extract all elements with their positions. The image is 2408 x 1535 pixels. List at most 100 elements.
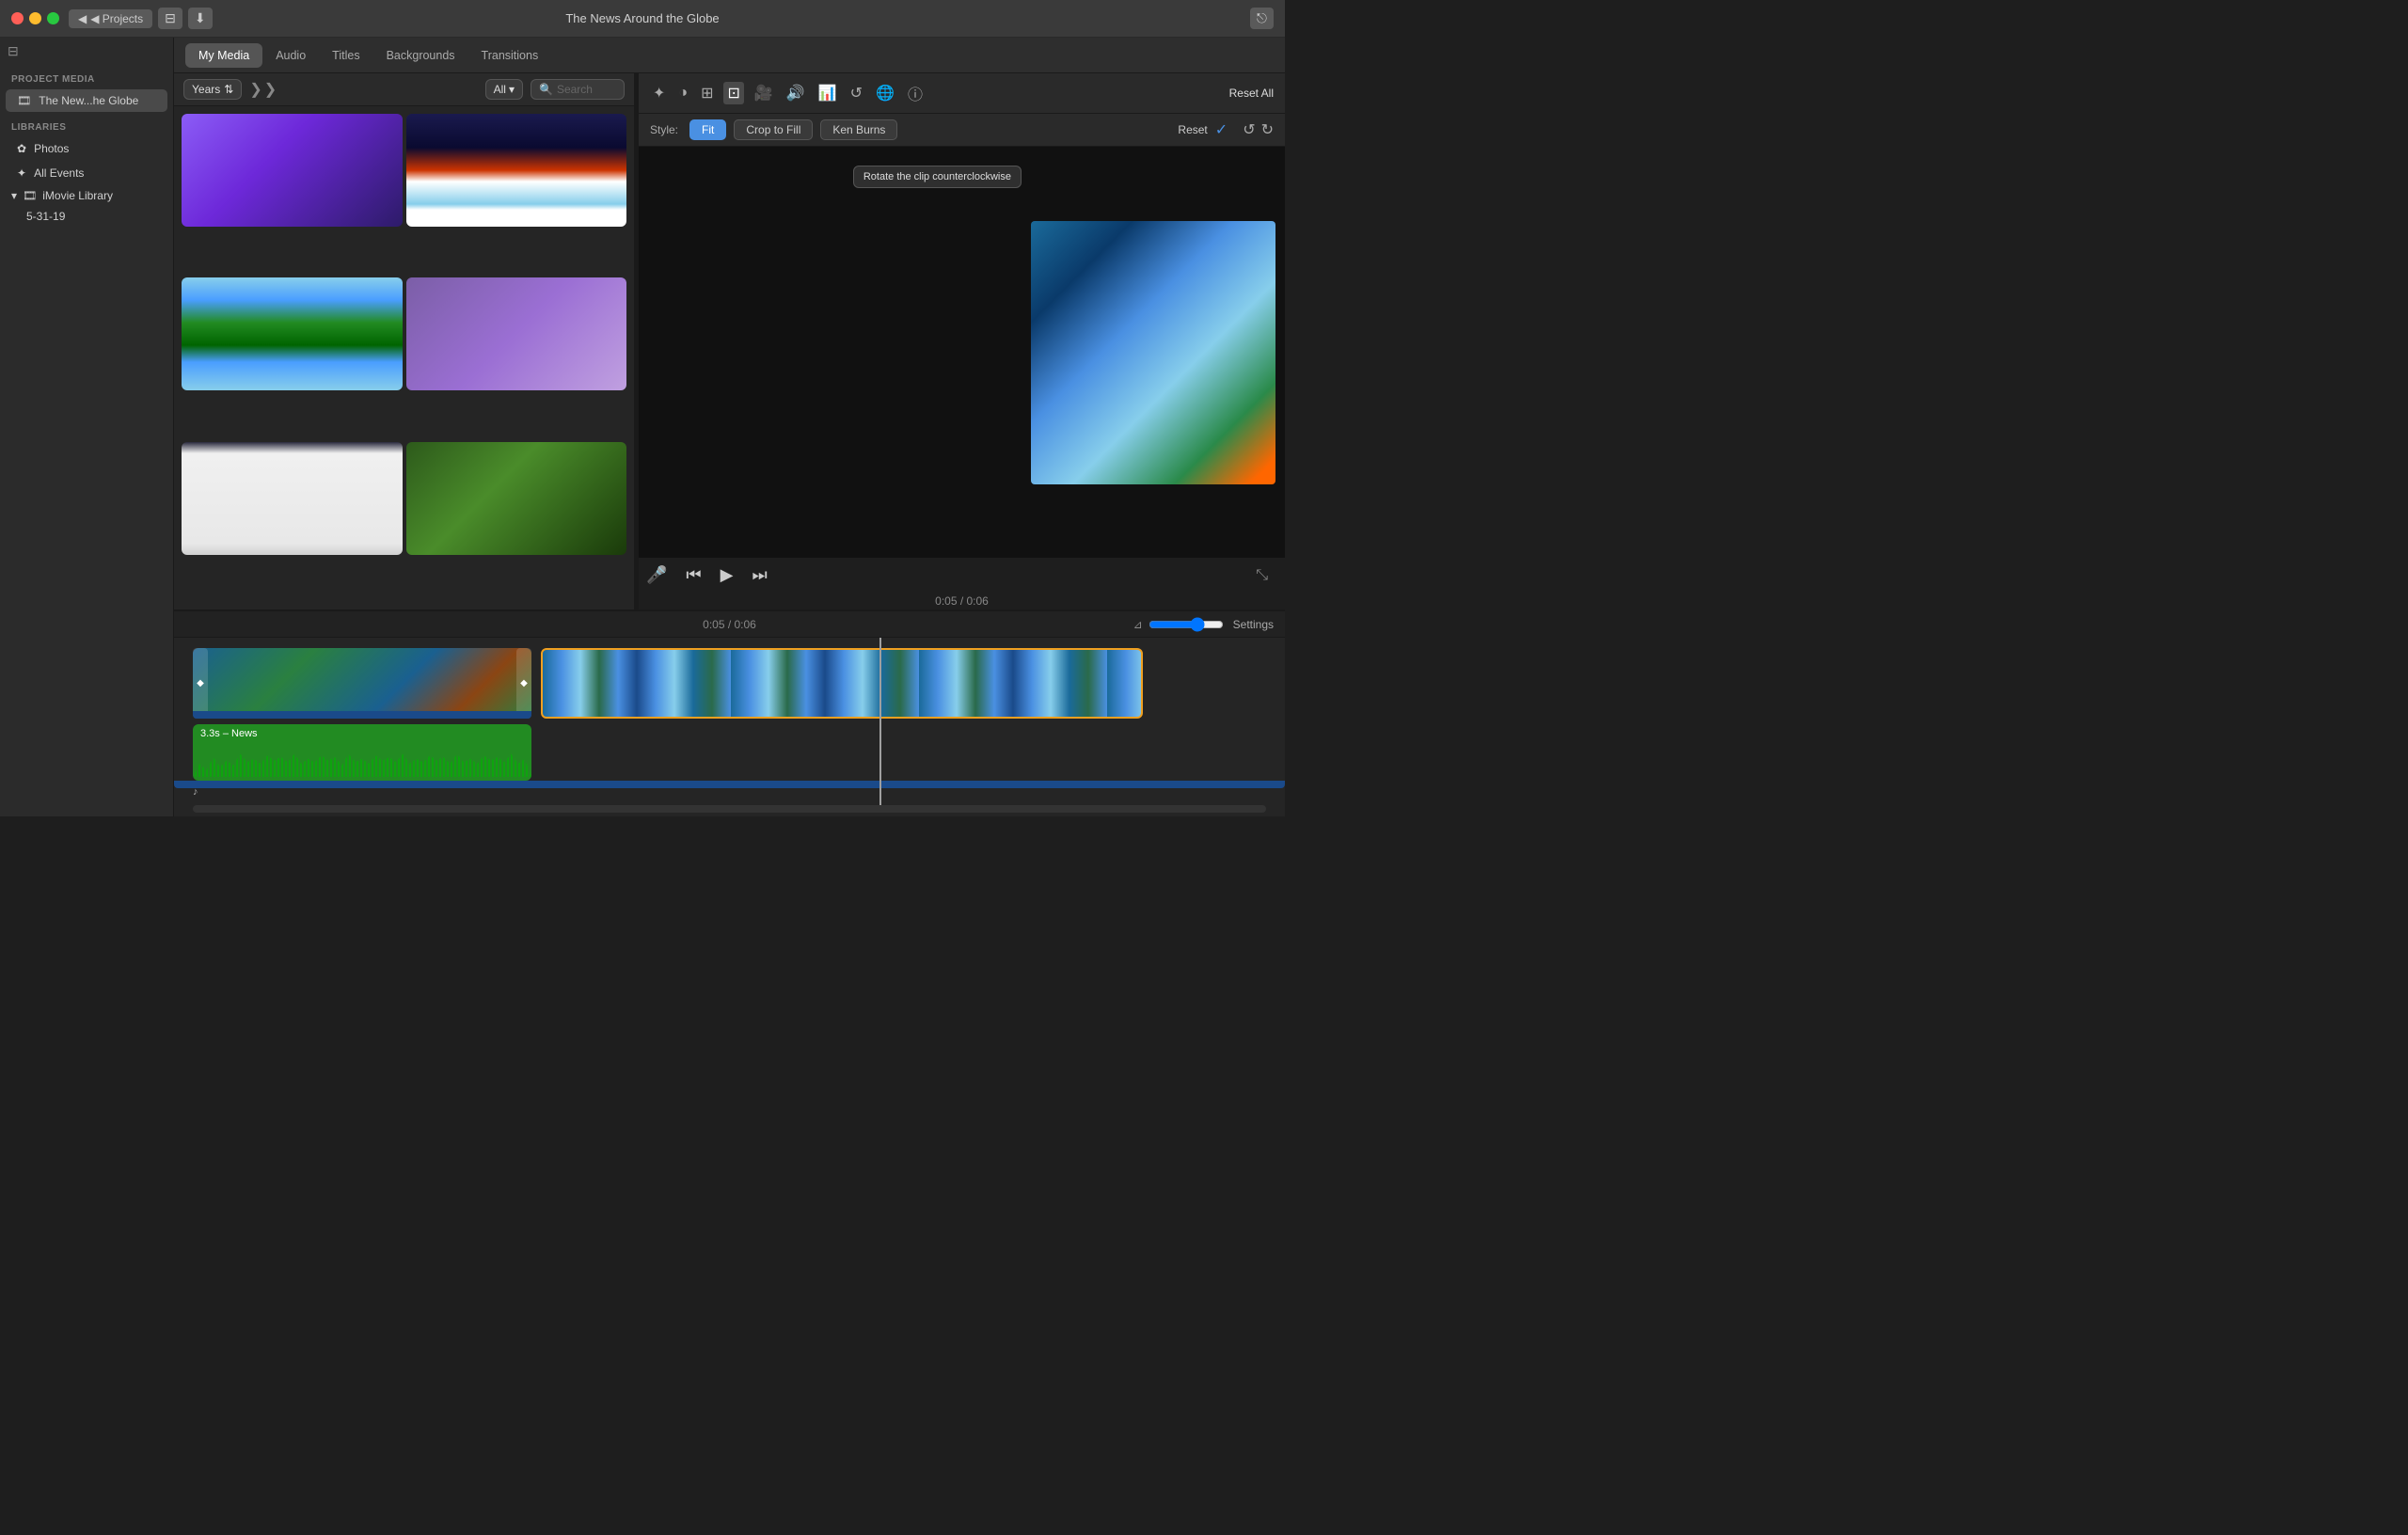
tooltip-rotate: Rotate the clip counterclockwise [853, 166, 1022, 188]
import-button[interactable]: ⬇ [188, 8, 213, 29]
microphone-icon[interactable]: 🎤 [646, 565, 667, 585]
thumbnail-purple-ui[interactable] [406, 277, 627, 390]
split-pane: Years ⇅ ❯ ❯ All ▾ 🔍 Search [174, 73, 1285, 609]
rotate-counterclockwise-icon[interactable]: ↺ [1243, 120, 1255, 139]
style-bar: Style: Fit Crop to Fill Ken Burns Reset … [639, 114, 1285, 147]
thumbnail-house[interactable] [406, 114, 627, 227]
play-button[interactable]: ▶ [721, 565, 734, 585]
tab-transitions[interactable]: Transitions [468, 43, 552, 68]
fullscreen-icon[interactable]: ⤡ [1256, 567, 1268, 584]
minimize-button[interactable] [29, 12, 41, 24]
chevron-down-icon: ▾ [11, 189, 17, 202]
timecode-value: 0:05 / 0:06 [935, 594, 989, 608]
years-label: Years [192, 83, 220, 96]
breadcrumb-arrow-2: ❯ [264, 80, 277, 99]
style-label: Style: [650, 123, 678, 136]
style-crop-button[interactable]: Crop to Fill [734, 119, 813, 140]
sidebar-item-project[interactable]: 🎞 The New...he Globe [6, 89, 167, 112]
top-nav: My Media Audio Titles Backgrounds Transi… [174, 38, 1285, 73]
globe-icon[interactable]: 🌐 [873, 81, 897, 105]
search-bar[interactable]: 🔍 Search [531, 79, 625, 100]
timeline-zoom-icon: ⊿ [1133, 618, 1143, 631]
media-grid [174, 106, 634, 609]
playhead[interactable] [879, 638, 881, 805]
clip-bottom-bar-1 [193, 711, 531, 719]
info-icon[interactable]: ⓘ [905, 79, 926, 107]
sidebar-toggle[interactable]: ⊟ [8, 43, 19, 59]
thumbnail-waterfall[interactable] [182, 277, 403, 390]
magic-wand-icon[interactable]: ✦ [650, 81, 668, 105]
thumbnail-wordgame[interactable] [182, 114, 403, 227]
preview-pane: ✦ ◑ ⊞ ⊡ 🎥 🔊 📊 ↺ 🌐 ⓘ Reset All [639, 73, 1285, 609]
crop-icon[interactable]: ⊡ [723, 82, 743, 104]
tab-titles[interactable]: Titles [319, 43, 372, 68]
style-fit-button[interactable]: Fit [689, 119, 726, 140]
volume-icon[interactable]: 🔊 [784, 81, 808, 105]
audio-label: 3.3s – News [200, 728, 258, 739]
share-button[interactable]: ⎋ [1250, 8, 1274, 29]
preview-video-area: Rotate the clip counterclockwise [639, 147, 1285, 558]
photos-label: Photos [34, 142, 69, 155]
content-area: My Media Audio Titles Backgrounds Transi… [174, 38, 1285, 816]
style-ken-burns-button[interactable]: Ken Burns [820, 119, 897, 140]
tab-audio[interactable]: Audio [262, 43, 319, 68]
speedometer-icon[interactable]: ↺ [848, 81, 865, 105]
project-name: The New...he Globe [39, 94, 138, 107]
audio-track-row: 3.3s – News [193, 724, 1266, 781]
clip-waterfall[interactable] [541, 648, 1143, 719]
filter-label: All [494, 83, 506, 96]
sidebar-item-photos[interactable]: ✿ Photos [6, 137, 167, 160]
main-layout: ⊟ PROJECT MEDIA 🎞 The New...he Globe LIB… [0, 38, 1285, 816]
window-title: The News Around the Globe [565, 11, 719, 25]
thumbnail-green-ui[interactable] [406, 442, 627, 555]
imovie-library-label: iMovie Library [42, 189, 113, 202]
date-label: 5-31-19 [26, 210, 65, 223]
reset-all-button[interactable]: Reset All [1229, 87, 1274, 100]
zoom-slider[interactable] [1149, 617, 1224, 632]
style-reset-button[interactable]: Reset [1178, 123, 1207, 136]
tab-backgrounds[interactable]: Backgrounds [373, 43, 468, 68]
chevron-down-icon: ▾ [509, 83, 515, 96]
titlebar: ◀ ◀ Projects ⊟ ⬇ The News Around the Glo… [0, 0, 1285, 38]
skip-back-button[interactable]: ⏮ [686, 565, 701, 585]
rotate-clockwise-icon[interactable]: ↻ [1261, 120, 1274, 139]
trim-handle-right[interactable]: ◆ [516, 648, 531, 719]
camera-icon[interactable]: 🎥 [752, 81, 776, 105]
photos-icon: ✿ [17, 142, 26, 155]
events-icon: ✦ [17, 166, 26, 180]
filter-all-selector[interactable]: All ▾ [485, 79, 523, 100]
film-icon: 🎞 [17, 94, 31, 107]
years-selector[interactable]: Years ⇅ [183, 79, 242, 100]
filter-icon[interactable]: ⊞ [698, 81, 716, 105]
search-placeholder: Search [557, 83, 593, 96]
timecode-display: 0:05 / 0:06 [639, 593, 1285, 609]
tab-my-media[interactable]: My Media [185, 43, 262, 68]
horizontal-scrollbar[interactable] [193, 805, 1266, 813]
chart-icon[interactable]: 📊 [816, 81, 840, 105]
playback-controls: 🎤 ⏮ ▶ ⏭ ⤡ [639, 558, 1285, 593]
share-area: ⎋ [1244, 8, 1274, 29]
traffic-lights [11, 12, 59, 24]
skip-forward-button[interactable]: ⏭ [752, 565, 767, 585]
video-track: ◆ ◆ [193, 645, 1266, 720]
sidebar-item-imovie-library[interactable]: ▾ 🎞 iMovie Library [0, 185, 173, 206]
thumbnail-screenshot1[interactable] [182, 442, 403, 555]
close-button[interactable] [11, 12, 24, 24]
timeline-timecode: 0:05 / 0:06 [703, 618, 756, 631]
breadcrumb-arrows: ❯ ❯ [249, 80, 277, 99]
music-note-icon: ♪ [193, 786, 198, 798]
audio-clip[interactable]: 3.3s – News [193, 724, 531, 781]
media-browser-toolbar: Years ⇅ ❯ ❯ All ▾ 🔍 Search [174, 73, 634, 106]
all-events-label: All Events [34, 166, 84, 180]
color-wheel-icon[interactable]: ◑ [675, 82, 690, 104]
maximize-button[interactable] [47, 12, 59, 24]
sidebar-item-date[interactable]: 5-31-19 [0, 206, 173, 227]
library-icon: 🎞 [23, 189, 37, 202]
library-view-button[interactable]: ⊟ [158, 8, 182, 29]
projects-button[interactable]: ◀ ◀ Projects [69, 9, 152, 28]
sidebar-item-all-events[interactable]: ✦ All Events [6, 162, 167, 184]
search-icon: 🔍 [539, 83, 553, 96]
trim-handle-left[interactable]: ◆ [193, 648, 208, 719]
clip-world-map[interactable]: ◆ ◆ [193, 648, 531, 719]
timeline-settings-label[interactable]: Settings [1233, 618, 1274, 631]
